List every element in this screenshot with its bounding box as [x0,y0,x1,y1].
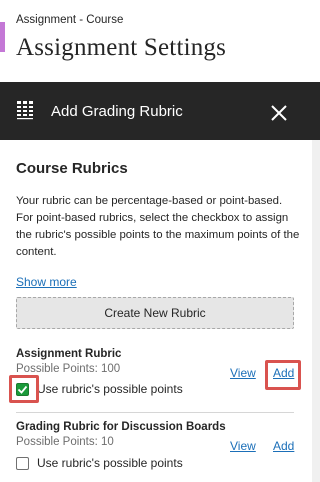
page-title: Assignment Settings [16,34,227,61]
course-rubrics-card: Course Rubrics Your rubric can be percen… [0,140,312,482]
use-points-checkbox[interactable] [16,456,29,470]
close-icon[interactable] [266,100,292,126]
section-title: Course Rubrics [16,160,128,177]
use-points-label: Use rubric's possible points [37,382,183,396]
rubric-description: Your rubric can be percentage-based or p… [16,195,300,258]
add-rubric-link[interactable]: Add [273,439,294,453]
rubric-name: Grading Rubric for Discussion Boards [16,421,226,433]
rubric-item: Assignment Rubric Possible Points: 100 V… [16,348,294,408]
add-highlight [265,360,301,390]
use-points-label: Use rubric's possible points [37,456,183,470]
rubric-grid-icon [17,101,33,120]
rubric-item: Grading Rubric for Discussion Boards Pos… [16,421,294,481]
breadcrumb[interactable]: Assignment - Course [16,14,123,26]
panel-header: Add Grading Rubric [0,82,320,140]
divider [16,412,294,413]
use-points-row: Use rubric's possible points [16,382,183,396]
panel-title: Add Grading Rubric [51,103,183,120]
view-rubric-link[interactable]: View [230,366,256,380]
rubric-name: Assignment Rubric [16,348,122,360]
panel-body: Course Rubrics Your rubric can be percen… [0,140,320,482]
create-new-rubric-button[interactable]: Create New Rubric [16,297,294,329]
view-rubric-link[interactable]: View [230,439,256,453]
page-header: Assignment - Course Assignment Settings [0,0,320,82]
show-more-link[interactable]: Show more [16,275,77,289]
use-points-row: Use rubric's possible points [16,456,183,470]
accent-bar [0,22,5,52]
checkbox-highlight [9,375,39,403]
